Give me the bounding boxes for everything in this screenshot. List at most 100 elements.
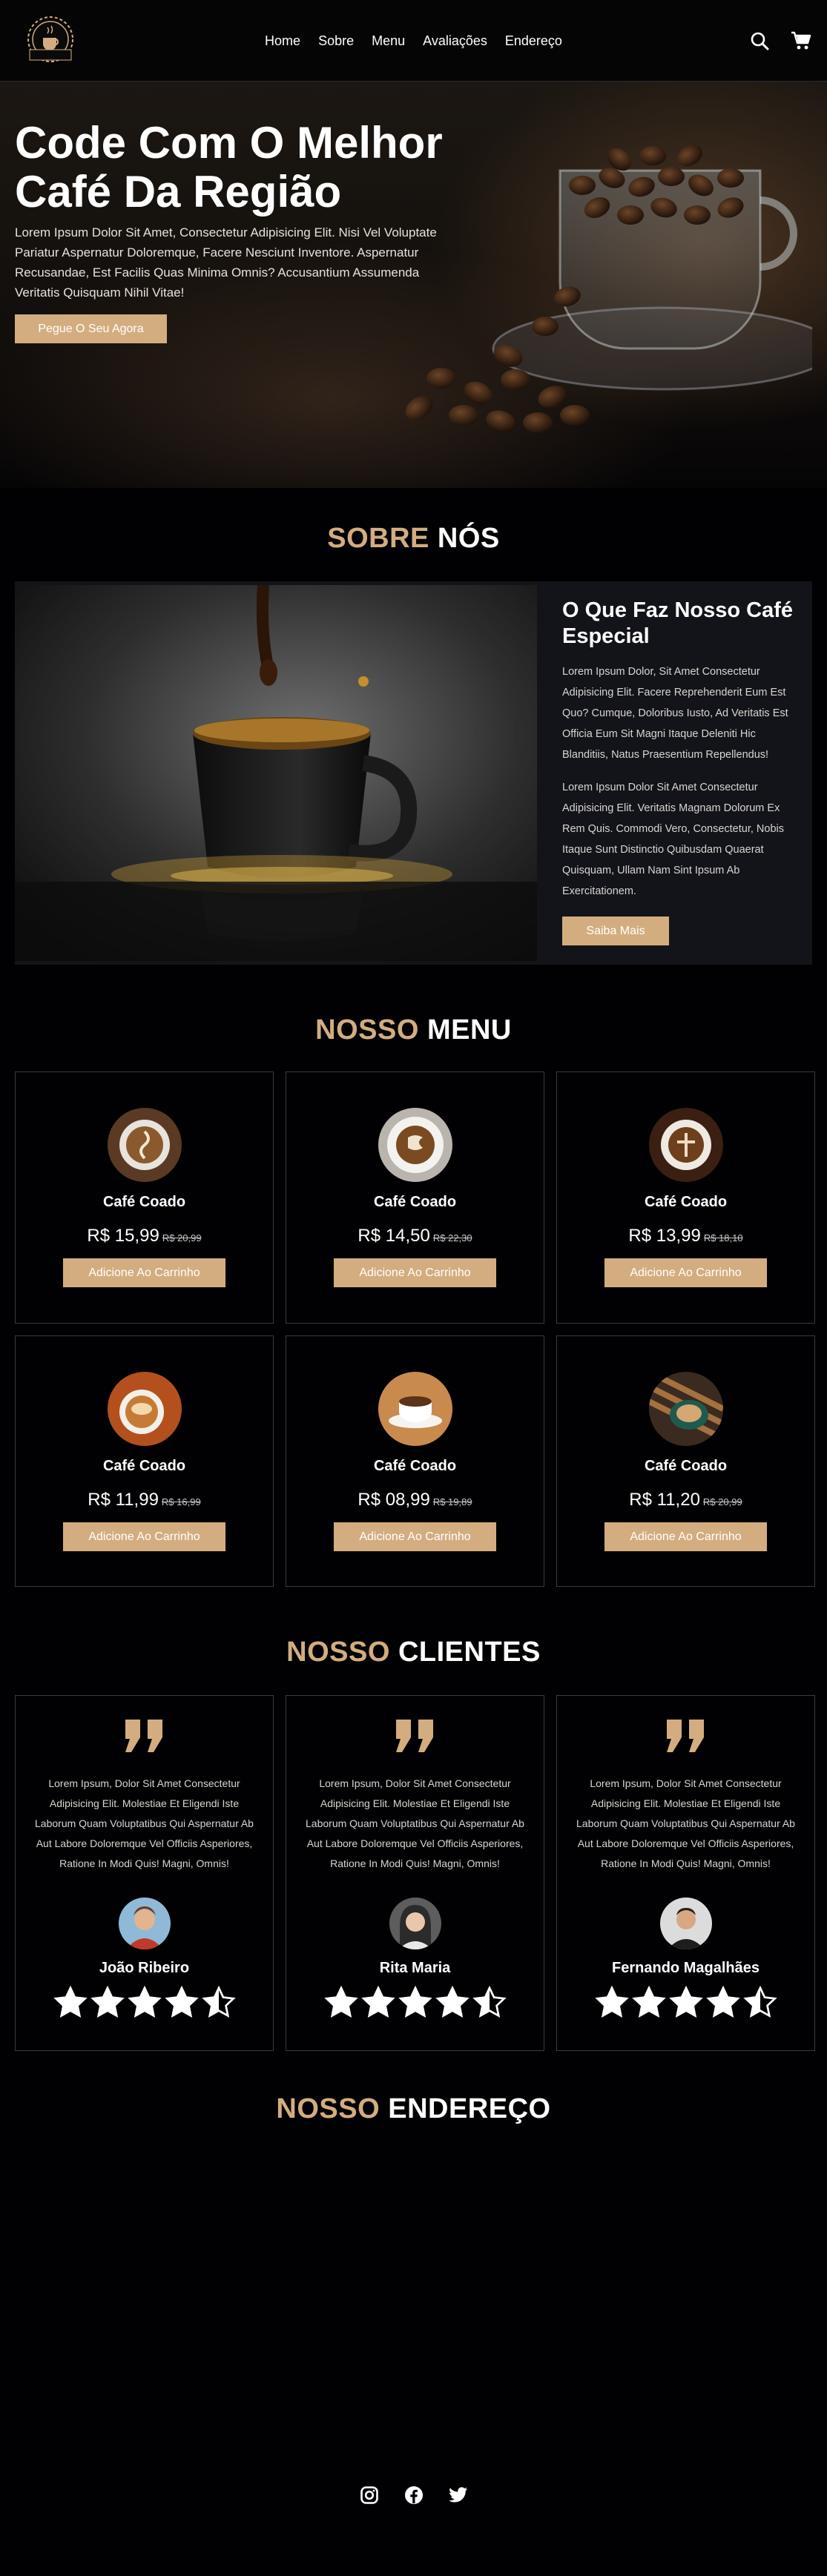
saiba-mais-button[interactable]: Saiba Mais bbox=[562, 917, 669, 945]
about-section: O Que Faz Nosso Café Especial Lorem Ipsu… bbox=[15, 581, 812, 965]
review-text: Lorem Ipsum, Dolor Sit Amet Consectetur … bbox=[576, 1777, 795, 1869]
star-rating bbox=[286, 1986, 544, 2020]
reviewer-name: João Ribeiro bbox=[99, 1960, 190, 1976]
price-current: R$ 13,99 bbox=[628, 1226, 701, 1246]
address-title-accent: Nosso bbox=[276, 2093, 380, 2124]
review-card: Lorem Ipsum, Dolor Sit Amet Consectetur … bbox=[286, 1695, 544, 2051]
price-old: R$ 20,99 bbox=[162, 1232, 202, 1244]
nav-home[interactable]: Home bbox=[263, 30, 302, 52]
hero-title: Code Com O Melhor Café Da Região bbox=[15, 119, 460, 217]
menu-item-price: R$ 15,99 R$ 20,99 bbox=[16, 1226, 273, 1246]
star-rating bbox=[557, 1986, 814, 2020]
site-header: Home Sobre Menu Avaliações Endereço bbox=[0, 0, 827, 82]
add-to-cart-button[interactable]: Adicione Ao Carrinho bbox=[604, 1258, 767, 1287]
menu-card: Café Coado R$ 11,20 R$ 20,99 Adicione Ao … bbox=[556, 1335, 815, 1587]
star-full-icon bbox=[53, 1986, 88, 2018]
menu-card: Café Coado R$ 14,50 R$ 22,30 Adicione Ao … bbox=[286, 1071, 544, 1324]
reviews-title-rest: Clientes bbox=[398, 1637, 541, 1668]
add-to-cart-button[interactable]: Adicione Ao Carrinho bbox=[63, 1258, 225, 1287]
social-links bbox=[0, 2480, 827, 2506]
add-to-cart-button[interactable]: Adicione Ao Carrinho bbox=[604, 1522, 767, 1551]
about-paragraph-1: Lorem Ipsum Dolor, Sit Amet Consectetur … bbox=[562, 666, 788, 761]
about-section-title: Sobre Nós bbox=[0, 516, 827, 561]
menu-item-price: R$ 11,99 R$ 16,99 bbox=[16, 1490, 273, 1510]
review-card: Lorem Ipsum, Dolor Sit Amet Consectetur … bbox=[15, 1695, 274, 2051]
logo-emblem-icon bbox=[27, 16, 73, 62]
review-text: Lorem Ipsum, Dolor Sit Amet Consectetur … bbox=[35, 1777, 254, 1869]
hero-content: Code Com O Melhor Café Da Região Lorem I… bbox=[15, 119, 460, 343]
price-current: R$ 15,99 bbox=[87, 1226, 159, 1246]
reviewer-name: Rita Maria bbox=[379, 1960, 451, 1976]
price-old: R$ 19,89 bbox=[432, 1496, 472, 1507]
menu-title-rest: Menu bbox=[426, 1014, 512, 1046]
star-rating bbox=[16, 1986, 273, 2020]
nav-endereco[interactable]: Endereço bbox=[504, 30, 564, 52]
hero-description: Lorem Ipsum Dolor Sit Amet, Consectetur … bbox=[15, 225, 437, 300]
quote-icon bbox=[125, 1720, 162, 1752]
nav-sobre[interactable]: Sobre bbox=[317, 30, 355, 52]
star-half-icon bbox=[742, 1986, 777, 2018]
nav-avaliacoes[interactable]: Avaliações bbox=[421, 30, 489, 52]
nav-menu[interactable]: Menu bbox=[370, 30, 406, 52]
add-to-cart-button[interactable]: Adicione Ao Carrinho bbox=[334, 1522, 496, 1551]
price-old: R$ 20,99 bbox=[702, 1496, 742, 1507]
star-full-icon bbox=[90, 1986, 125, 2018]
menu-item-name: Café Coado bbox=[644, 1194, 728, 1210]
about-title-accent: Sobre bbox=[327, 523, 429, 554]
hero-title-line2: Café Da Região bbox=[15, 167, 342, 217]
menu-item-price: R$ 08,99 R$ 19,89 bbox=[286, 1490, 544, 1510]
add-to-cart-button[interactable]: Adicione Ao Carrinho bbox=[63, 1522, 225, 1551]
star-full-icon bbox=[631, 1986, 666, 2018]
star-full-icon bbox=[435, 1986, 469, 2018]
reviewer-name: Fernando Magalhães bbox=[612, 1960, 760, 1976]
add-to-cart-button[interactable]: Adicione Ao Carrinho bbox=[334, 1258, 496, 1287]
price-current: R$ 11,20 bbox=[629, 1490, 700, 1510]
price-old: R$ 18,10 bbox=[703, 1232, 743, 1244]
coffee-thumbnail bbox=[378, 1108, 452, 1182]
menu-item-name: Café Coado bbox=[644, 1458, 728, 1474]
price-old: R$ 16,99 bbox=[161, 1496, 201, 1507]
menu-item-name: Café Coado bbox=[102, 1458, 186, 1474]
menu-item-name: Café Coado bbox=[102, 1194, 186, 1210]
star-full-icon bbox=[398, 1986, 432, 2018]
menu-title-accent: Nosso bbox=[315, 1014, 419, 1046]
twitter-icon[interactable] bbox=[447, 2484, 469, 2506]
reviews-grid: Lorem Ipsum, Dolor Sit Amet Consectetur … bbox=[15, 1695, 815, 2051]
facebook-icon[interactable] bbox=[403, 2484, 425, 2506]
header-icons bbox=[748, 30, 812, 52]
about-coffee-cup-image bbox=[15, 585, 537, 961]
review-card: Lorem Ipsum, Dolor Sit Amet Consectetur … bbox=[556, 1695, 815, 2051]
price-old: R$ 22,30 bbox=[432, 1232, 472, 1244]
main-nav: Home Sobre Menu Avaliações Endereço bbox=[0, 0, 827, 82]
avatar bbox=[118, 1898, 171, 1949]
price-current: R$ 08,99 bbox=[358, 1490, 430, 1510]
quote-icon bbox=[666, 1720, 704, 1752]
coffee-thumbnail bbox=[648, 1372, 723, 1446]
menu-card: Café Coado R$ 08,99 R$ 19,89 Adicione Ao … bbox=[286, 1335, 544, 1587]
logo[interactable] bbox=[15, 9, 86, 73]
address-title-rest: Endereço bbox=[388, 2093, 551, 2124]
star-full-icon bbox=[323, 1986, 358, 2018]
avatar bbox=[659, 1898, 712, 1949]
star-half-icon bbox=[201, 1986, 236, 2018]
menu-card: Café Coado R$ 15,99 R$ 20,99 Adicione Ao … bbox=[15, 1071, 274, 1324]
star-full-icon bbox=[360, 1986, 395, 2018]
coffee-thumbnail bbox=[378, 1372, 452, 1446]
instagram-icon[interactable] bbox=[358, 2484, 380, 2506]
menu-grid: Café Coado R$ 15,99 R$ 20,99 Adicione Ao … bbox=[15, 1071, 815, 1587]
star-half-icon bbox=[472, 1986, 507, 2018]
avatar bbox=[389, 1898, 441, 1949]
cart-icon[interactable] bbox=[790, 30, 812, 52]
menu-item-price: R$ 13,99 R$ 18,10 bbox=[557, 1226, 814, 1246]
search-icon[interactable] bbox=[748, 30, 771, 52]
map-area bbox=[0, 2131, 827, 2480]
star-full-icon bbox=[705, 1986, 740, 2018]
hero-cta-button[interactable]: Pegue O Seu Agora bbox=[15, 314, 167, 343]
menu-card: Café Coado R$ 11,99 R$ 16,99 Adicione Ao … bbox=[15, 1335, 274, 1587]
menu-item-price: R$ 11,20 R$ 20,99 bbox=[557, 1490, 814, 1510]
review-text: Lorem Ipsum, Dolor Sit Amet Consectetur … bbox=[306, 1777, 524, 1869]
about-content: O Que Faz Nosso Café Especial Lorem Ipsu… bbox=[537, 581, 812, 965]
price-current: R$ 14,50 bbox=[358, 1226, 430, 1246]
about-paragraph-2: Lorem Ipsum Dolor Sit Amet Consectetur A… bbox=[562, 782, 784, 897]
price-current: R$ 11,99 bbox=[88, 1490, 159, 1510]
